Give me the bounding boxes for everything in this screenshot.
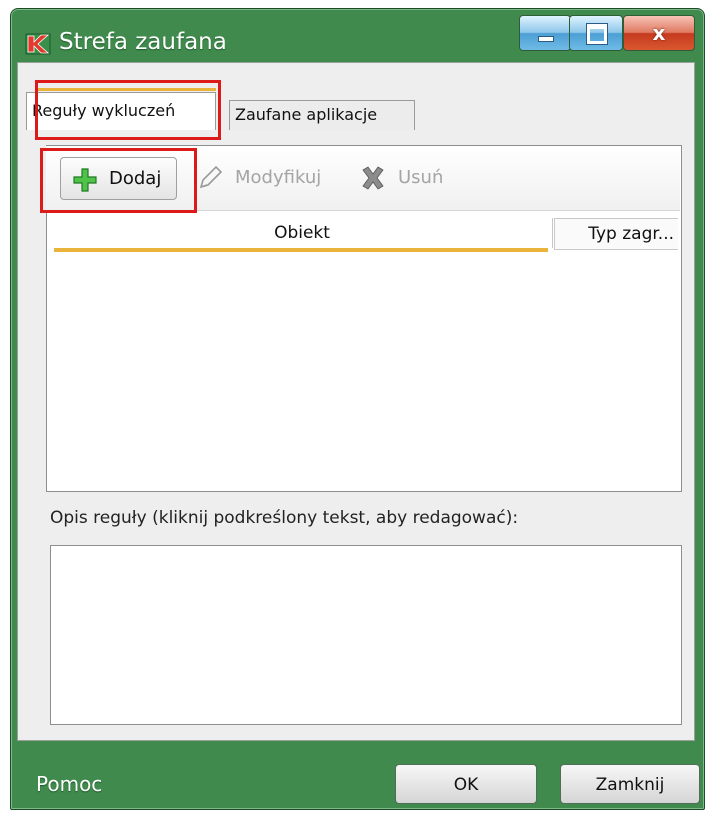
ok-button[interactable]: OK	[395, 764, 537, 804]
delete-button-label: Usuń	[398, 167, 444, 188]
maximize-button[interactable]	[569, 15, 623, 51]
pencil-icon	[199, 165, 223, 189]
column-separator[interactable]	[552, 218, 553, 248]
rule-description-label: Opis reguły (kliknij podkreślony tekst, …	[50, 508, 519, 528]
table-header: Obiekt Typ zagr...	[54, 218, 678, 250]
column-object[interactable]: Obiekt	[54, 218, 550, 250]
modify-button[interactable]: Modyfikuj	[197, 157, 337, 200]
rule-description-box[interactable]	[50, 545, 682, 725]
tab-trusted-apps[interactable]: Zaufane aplikacje	[229, 100, 415, 130]
highlight-box-add	[40, 148, 197, 213]
modify-button-label: Modyfikuj	[235, 167, 322, 188]
title-bar[interactable]: Strefa zaufana x	[11, 9, 704, 65]
maximize-icon	[587, 24, 607, 44]
minimize-button[interactable]	[519, 15, 571, 51]
delete-button[interactable]: Usuń	[360, 157, 460, 200]
column-threat-type[interactable]: Typ zagr...	[554, 218, 678, 250]
highlight-box-tab	[35, 80, 221, 140]
close-window-button[interactable]: x	[623, 15, 695, 51]
minimize-icon	[538, 36, 554, 42]
window-title: Strefa zaufana	[59, 29, 227, 55]
help-link[interactable]: Pomoc	[36, 772, 102, 796]
delete-x-icon	[362, 166, 384, 190]
column-sort-indicator	[54, 248, 548, 252]
close-button[interactable]: Zamknij	[560, 764, 700, 804]
kaspersky-k-icon	[25, 33, 51, 55]
close-icon: x	[652, 21, 666, 45]
